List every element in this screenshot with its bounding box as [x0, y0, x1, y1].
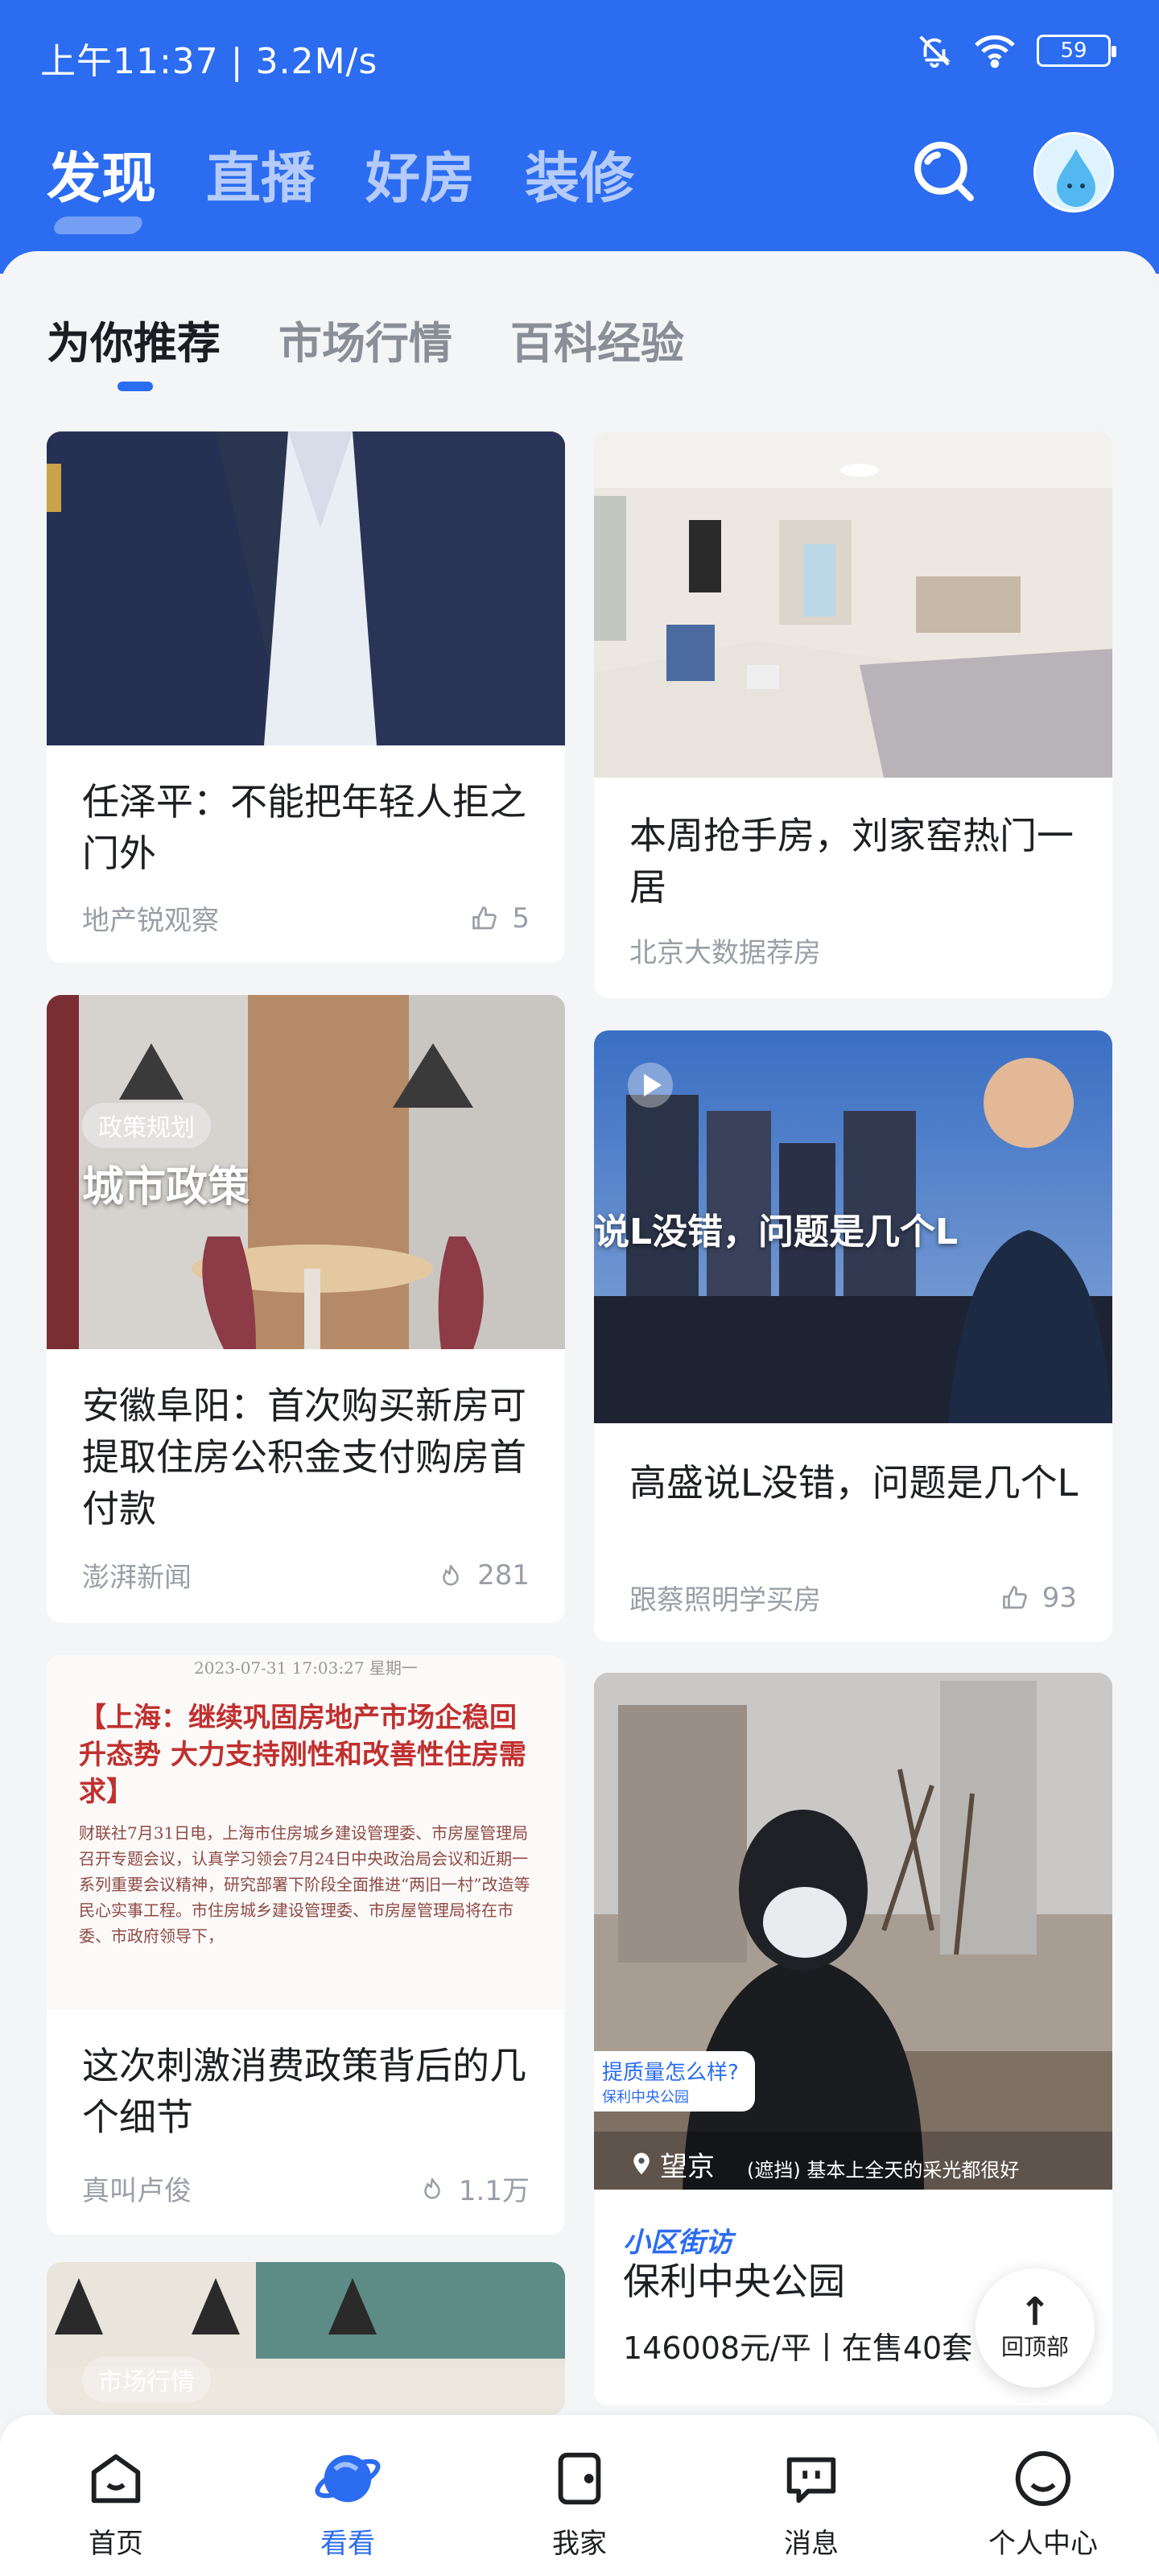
video-caption: (遮挡) 基本上全天的采光都很好: [747, 2159, 1020, 2182]
article-card[interactable]: 任泽平：不能把年轻人拒之门外 地产锐观察 5: [47, 431, 565, 963]
door-icon: [558, 2452, 601, 2505]
nav-watch[interactable]: 看看: [267, 2447, 428, 2561]
home-icon: [91, 2454, 141, 2504]
thumb-up-icon: [472, 906, 497, 929]
article-card[interactable]: 2023-07-31 17:03:27 星期一 【上海：继续巩固房地产市场企稳回…: [47, 1655, 565, 2235]
street-interview-cover: [594, 1673, 1112, 2190]
tab-market[interactable]: 市场行情: [278, 308, 452, 371]
tab-discover[interactable]: 发现: [47, 134, 156, 213]
card-source: 真叫卢俊: [82, 2175, 192, 2207]
card-title: 任泽平：不能把年轻人拒之门外: [82, 780, 526, 875]
card-title: 安徽阜阳：首次购买新房可提取住房公积金支付购房首付款: [82, 1384, 526, 1530]
wifi-icon: [975, 35, 1015, 68]
article-card[interactable]: 政策规划 城市政策 安徽阜阳：首次购买新房可提取住房公积金支付购房首付款 澎湃新…: [47, 995, 565, 1623]
location-label: 望京: [629, 2145, 715, 2184]
heat-count: 1.1万: [419, 2169, 530, 2208]
room-photo: [594, 431, 1112, 778]
card-source: 北京大数据荐房: [629, 937, 821, 969]
nav-my-home[interactable]: 我家: [499, 2447, 660, 2561]
video-card[interactable]: 说L没错，问题是几个L 高盛说L没错，问题是几个L 跟蔡照明学买房 93: [594, 1030, 1112, 1642]
cover-overlay-title: 城市政策: [82, 1163, 250, 1212]
status-icons: 59: [916, 32, 1116, 69]
sub-tabs: 为你推荐 市场行情 百科经验: [47, 308, 684, 391]
card-meta: 北京大数据荐房: [629, 931, 1077, 970]
heat-count: 281: [437, 1559, 530, 1591]
chat-bubble-icon: [786, 2457, 836, 2504]
card-title: 高盛说L没错，问题是几个L: [629, 1461, 1079, 1505]
tab-good-homes[interactable]: 好房: [365, 134, 475, 213]
back-to-top-button[interactable]: ↑ 回顶部: [975, 2268, 1095, 2388]
main-nav: 发现 直播 好房 装修: [47, 134, 634, 213]
like-count[interactable]: 5: [470, 902, 530, 935]
card-source: 跟蔡照明学买房: [629, 1584, 821, 1616]
card-source: 澎湃新闻: [82, 1562, 192, 1594]
card-meta: 地产锐观察 5: [82, 898, 530, 938]
tab-live[interactable]: 直播: [206, 134, 316, 213]
planet-icon: [315, 2454, 381, 2503]
article-card[interactable]: 本周抢手房，刘家窑热门一居 北京大数据荐房: [594, 431, 1112, 998]
thumb-up-icon: [1002, 1585, 1027, 1608]
tab-decoration[interactable]: 装修: [525, 134, 634, 213]
top-header: 上午11:37 | 3.2M/s 59 发现 直播 好房 装修: [0, 0, 1159, 274]
like-count[interactable]: 93: [1000, 1582, 1077, 1614]
flame-icon: [424, 2178, 440, 2199]
status-time: 上午11:37 | 3.2M/s: [40, 41, 378, 82]
person-photo: [47, 431, 565, 745]
battery-indicator: 59: [1037, 35, 1116, 67]
nav-home[interactable]: 首页: [35, 2447, 196, 2561]
card-source: 地产锐观察: [82, 905, 219, 937]
search-icon[interactable]: [911, 138, 977, 204]
bottom-nav: 首页 看看 我家 消息 个人中心: [0, 2415, 1159, 2576]
question-bubble: 提质量怎么样? 保利中央公园: [594, 2051, 755, 2112]
card-meta: 澎湃新闻 281: [82, 1555, 530, 1595]
card-title: 本周抢手房，刘家窑热门一居: [629, 814, 1074, 909]
card-meta: 跟蔡照明学买房 93: [629, 1578, 1077, 1617]
news-screenshot: 2023-07-31 17:03:27 星期一 【上海：继续巩固房地产市场企稳回…: [47, 1655, 565, 2009]
status-bar: 上午11:37 | 3.2M/s 59: [0, 0, 1159, 105]
arrow-up-icon: ↑: [1018, 2289, 1052, 2334]
price-info: 146008元/平丨在售40套: [623, 2330, 973, 2366]
article-card[interactable]: 市场行情: [47, 2262, 565, 2415]
flame-icon: [443, 1564, 459, 1586]
cover-overlay-title: 说L没错，问题是几个L: [594, 1212, 959, 1253]
mute-bell-icon: [919, 35, 951, 68]
nav-profile[interactable]: 个人中心: [963, 2447, 1124, 2561]
column-logo: 小区街访: [623, 2227, 732, 2259]
tab-encyclopedia[interactable]: 百科经验: [510, 308, 684, 371]
category-tag: 市场行情: [82, 2357, 211, 2402]
nav-messages[interactable]: 消息: [731, 2447, 892, 2561]
avatar[interactable]: [1033, 132, 1114, 213]
category-tag: 政策规划: [82, 1103, 211, 1148]
card-title: 这次刺激消费政策背后的几个细节: [82, 2044, 526, 2139]
card-meta: 真叫卢俊 1.1万: [82, 2169, 530, 2208]
smiley-profile-icon: [1015, 2450, 1071, 2507]
location-pin-icon: [633, 2152, 650, 2174]
tab-recommended[interactable]: 为你推荐: [47, 308, 221, 391]
